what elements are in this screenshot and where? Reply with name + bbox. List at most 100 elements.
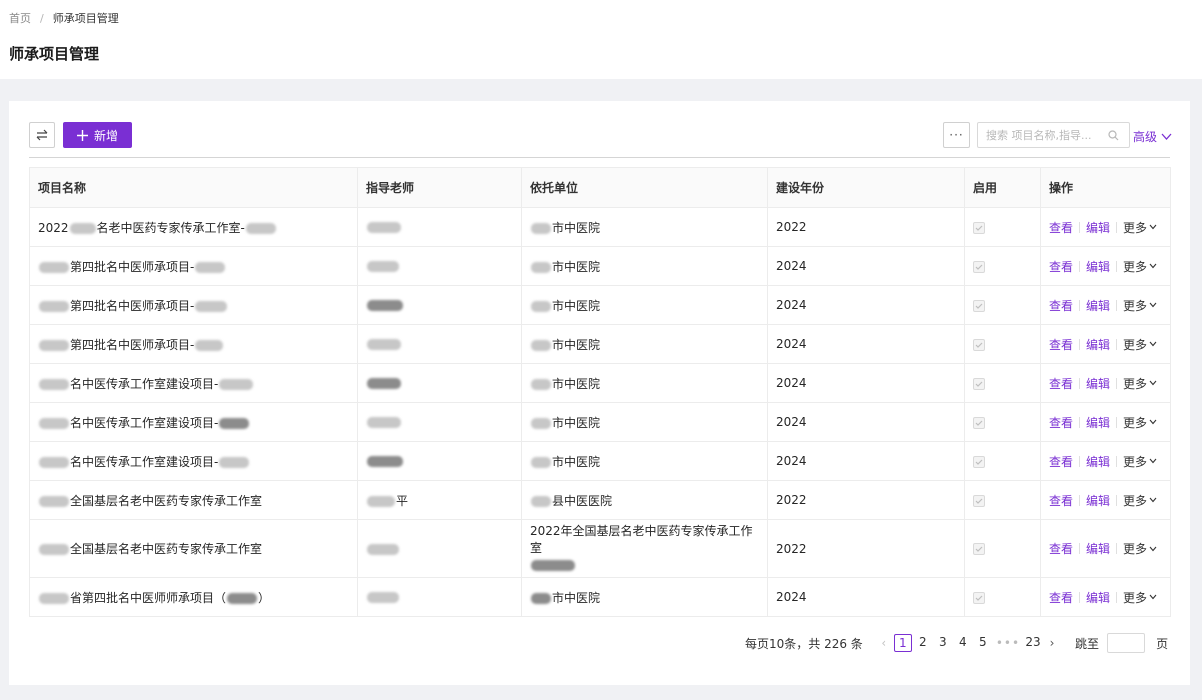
prev-page-button[interactable]: ‹: [877, 636, 891, 650]
more-actions-label: 更多: [1123, 259, 1148, 274]
more-actions-dropdown[interactable]: 更多: [1123, 540, 1157, 557]
page-button-5[interactable]: 5: [974, 634, 992, 652]
more-actions-dropdown[interactable]: 更多: [1123, 414, 1157, 431]
view-link[interactable]: 查看: [1049, 297, 1073, 314]
edit-link[interactable]: 编辑: [1086, 336, 1110, 353]
actions-cell: 查看 编辑 更多: [1040, 577, 1171, 617]
view-link[interactable]: 查看: [1049, 258, 1073, 275]
view-link[interactable]: 查看: [1049, 219, 1073, 236]
column-header-unit[interactable]: 依托单位: [521, 167, 768, 208]
edit-link[interactable]: 编辑: [1086, 258, 1110, 275]
redacted-text: [367, 300, 403, 311]
enabled-checkbox[interactable]: [973, 299, 985, 312]
actions-cell: 查看 编辑 更多: [1040, 441, 1171, 481]
edit-link[interactable]: 编辑: [1086, 297, 1110, 314]
column-header-project-name[interactable]: 项目名称: [29, 167, 358, 208]
search-icon[interactable]: [1108, 129, 1119, 141]
page-ellipsis[interactable]: •••: [996, 636, 1020, 650]
enabled-checkbox[interactable]: [973, 494, 985, 507]
action-separator: [1116, 416, 1118, 428]
enabled-checkbox[interactable]: [973, 260, 985, 273]
more-actions-dropdown[interactable]: 更多: [1123, 219, 1157, 236]
add-button[interactable]: 新增: [63, 122, 132, 148]
redacted-text: [69, 222, 96, 234]
enabled-checkbox[interactable]: [973, 416, 985, 429]
view-link[interactable]: 查看: [1049, 414, 1073, 431]
enabled-cell: [964, 519, 1041, 578]
chevron-down-icon: [1149, 224, 1157, 230]
search-box[interactable]: [977, 122, 1130, 148]
enabled-cell: [964, 285, 1041, 325]
edit-link[interactable]: 编辑: [1086, 589, 1110, 606]
enabled-checkbox[interactable]: [973, 591, 985, 604]
next-page-button[interactable]: ›: [1045, 636, 1059, 650]
year-cell: 2024: [767, 363, 965, 403]
more-actions-dropdown[interactable]: 更多: [1123, 492, 1157, 509]
breadcrumb-separator: /: [40, 12, 44, 25]
more-actions-label: 更多: [1123, 415, 1148, 430]
more-actions-dropdown[interactable]: 更多: [1123, 375, 1157, 392]
jump-page-input[interactable]: [1107, 633, 1146, 653]
project-name: 名中医传承工作室建设项目-: [70, 376, 219, 391]
action-separator: [1116, 455, 1118, 467]
enabled-checkbox[interactable]: [973, 377, 985, 390]
unit-cell: 市中医院: [521, 363, 768, 403]
view-link[interactable]: 查看: [1049, 453, 1073, 470]
edit-link[interactable]: 编辑: [1086, 375, 1110, 392]
advanced-search-link[interactable]: 高级: [1133, 128, 1172, 145]
redacted-text: [367, 339, 401, 350]
more-actions-dropdown[interactable]: 更多: [1123, 258, 1157, 275]
jump-label: 跳至: [1075, 636, 1100, 651]
more-actions-dropdown[interactable]: 更多: [1123, 589, 1157, 606]
redacted-text: [219, 378, 254, 390]
redacted-text: [227, 592, 258, 604]
chevron-down-icon: [1149, 263, 1157, 269]
view-link[interactable]: 查看: [1049, 540, 1073, 557]
enabled-cell: [964, 207, 1041, 247]
column-header-year[interactable]: 建设年份: [767, 167, 965, 208]
breadcrumb-home[interactable]: 首页: [9, 12, 31, 25]
more-options-button[interactable]: ···: [943, 122, 970, 148]
enabled-checkbox[interactable]: [973, 455, 985, 468]
edit-link[interactable]: 编辑: [1086, 453, 1110, 470]
edit-link[interactable]: 编辑: [1086, 414, 1110, 431]
edit-link[interactable]: 编辑: [1086, 492, 1110, 509]
more-actions-dropdown[interactable]: 更多: [1123, 453, 1157, 470]
unit-name: 市中医院: [552, 220, 601, 235]
page-button-1[interactable]: 1: [893, 634, 912, 652]
page-button-3[interactable]: 3: [934, 634, 952, 652]
more-actions-dropdown[interactable]: 更多: [1123, 336, 1157, 353]
redacted-text: [219, 417, 250, 429]
enabled-checkbox[interactable]: [973, 221, 985, 234]
view-link[interactable]: 查看: [1049, 589, 1073, 606]
advanced-search-label: 高级: [1133, 130, 1158, 144]
more-actions-dropdown[interactable]: 更多: [1123, 297, 1157, 314]
project-name: 第四批名中医师承项目-: [70, 298, 195, 313]
view-link[interactable]: 查看: [1049, 336, 1073, 353]
page-button-last[interactable]: 23: [1024, 634, 1042, 652]
swap-icon: [36, 129, 48, 141]
pagination-summary: 每页10条，共 226 条: [745, 636, 863, 651]
view-toggle-button[interactable]: [29, 122, 55, 148]
more-actions-label: 更多: [1123, 376, 1148, 391]
chevron-down-icon: [1149, 594, 1157, 600]
table-header-row: 项目名称 指导老师 依托单位 建设年份 启用 操作: [29, 167, 1171, 208]
pagination: 每页10条，共 226 条 ‹ 1 2 3 4 5 ••• 23 › 跳至 页: [745, 632, 1168, 654]
search-input[interactable]: [986, 128, 1104, 142]
unit-cell: 市中医院: [521, 285, 768, 325]
view-link[interactable]: 查看: [1049, 492, 1073, 509]
view-link[interactable]: 查看: [1049, 375, 1073, 392]
edit-link[interactable]: 编辑: [1086, 219, 1110, 236]
column-header-enabled[interactable]: 启用: [964, 167, 1041, 208]
project-name-cell: 2022 名老中医药专家传承工作室-: [29, 207, 358, 247]
enabled-checkbox[interactable]: [973, 543, 985, 555]
redacted-text: [367, 261, 399, 272]
edit-link[interactable]: 编辑: [1086, 540, 1110, 557]
page-button-2[interactable]: 2: [914, 634, 932, 652]
unit-name: 2022年全国基层名老中医药专家传承工作室: [530, 524, 753, 555]
toolbar-divider: [29, 157, 1170, 158]
enabled-checkbox[interactable]: [973, 338, 985, 351]
column-header-teacher[interactable]: 指导老师: [357, 167, 522, 208]
page-button-4[interactable]: 4: [954, 634, 972, 652]
action-separator: [1079, 260, 1081, 272]
